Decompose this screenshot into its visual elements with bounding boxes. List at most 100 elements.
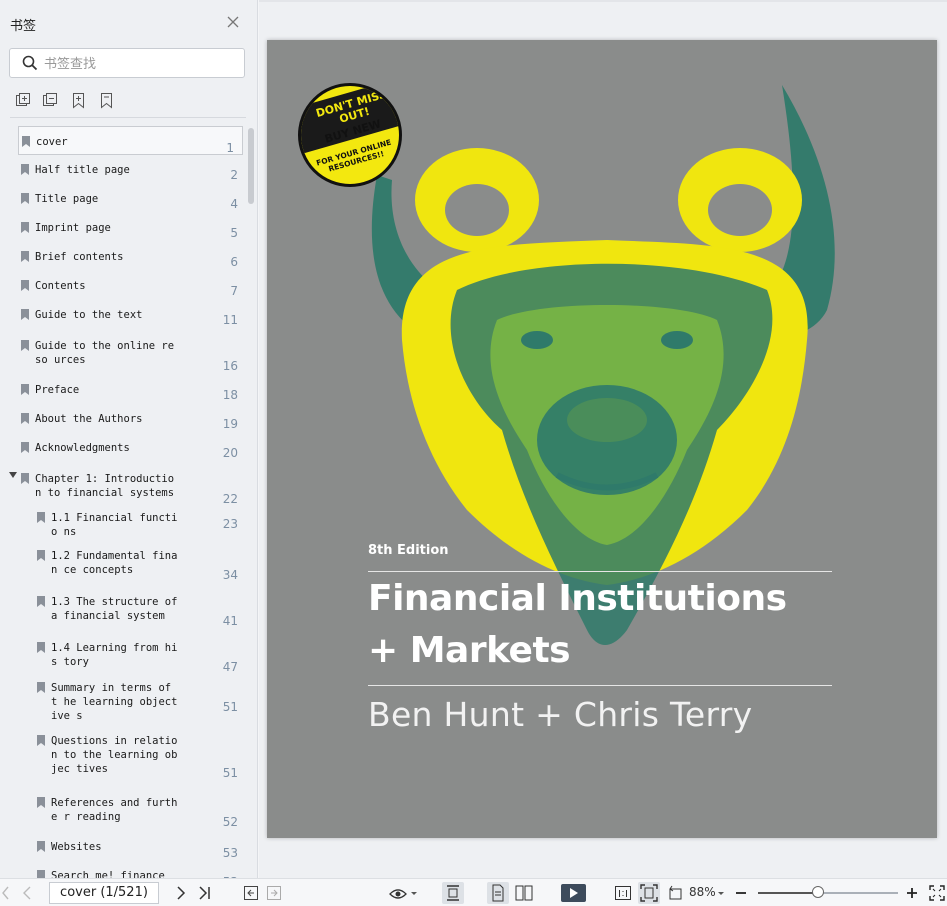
- bookmark-page-number: 11: [222, 313, 238, 327]
- search-input[interactable]: [44, 54, 234, 74]
- edition-label: 8th Edition: [368, 543, 449, 558]
- actual-size-icon[interactable]: [614, 884, 632, 902]
- bookmark-item[interactable]: Chapter 1: Introduction to financial sys…: [0, 468, 246, 508]
- bookmark-page-number: 7: [230, 284, 238, 298]
- rotate-icon[interactable]: [667, 884, 685, 902]
- bookmark-item[interactable]: Guide to the online reso urces 16: [0, 335, 246, 375]
- zoom-level[interactable]: 88%: [689, 885, 716, 899]
- bookmark-item[interactable]: Websites 53: [0, 836, 246, 864]
- bookmark-page-number: 51: [222, 700, 238, 714]
- bookmark-ribbon-icon: [37, 642, 45, 653]
- bookmark-label: Websites: [51, 841, 102, 853]
- back-icon[interactable]: [243, 884, 259, 902]
- bookmark-item[interactable]: About the Authors 19: [0, 408, 246, 436]
- bookmark-label: 1.4 Learning from his tory: [51, 642, 178, 668]
- page-indicator[interactable]: cover (1/521): [49, 882, 159, 904]
- bookmark-ribbon-icon: [37, 797, 45, 808]
- chevron-down-icon[interactable]: [717, 884, 725, 902]
- bookmark-item[interactable]: Brief contents 6: [0, 246, 246, 274]
- bookmark-label: About the Authors: [35, 413, 143, 425]
- bookmark-search[interactable]: [9, 48, 245, 78]
- bookmark-ribbon-icon: [21, 222, 29, 233]
- bookmark-page-number: 51: [222, 766, 238, 780]
- fit-width-button[interactable]: [442, 882, 464, 904]
- bookmark-scrollbar[interactable]: [248, 128, 254, 204]
- fit-page-button[interactable]: [638, 882, 660, 904]
- bookmark-label: Search me! finance: [51, 870, 165, 878]
- add-bookmark-icon[interactable]: [70, 92, 87, 109]
- book-title-line1: Financial Institutions: [368, 578, 787, 619]
- bookmark-item[interactable]: cover 1: [18, 126, 243, 155]
- pdf-reader-app: 书签 书签查找 cover 1 Half title page 2 Title …: [0, 0, 947, 906]
- prev-page-icon[interactable]: [20, 884, 34, 902]
- fit-width-icon: [447, 885, 459, 901]
- bookmark-item[interactable]: Contents 7: [0, 275, 246, 303]
- bookmark-item[interactable]: Search me! finance53: [0, 865, 246, 878]
- page-cover: DON'T MISS OUT! BUY NEW FOR YOUR ONLINE …: [267, 40, 937, 838]
- bookmark-item[interactable]: Imprint page 5: [0, 217, 246, 245]
- single-page-icon: [492, 884, 504, 902]
- expand-all-icon[interactable]: [15, 92, 32, 109]
- chevron-down-icon[interactable]: [410, 884, 418, 902]
- bookmark-label: Preface: [35, 384, 80, 396]
- bookmark-page-number: 20: [222, 446, 238, 460]
- zoom-in-icon[interactable]: [905, 884, 919, 902]
- bookmark-label: cover: [36, 136, 68, 148]
- bookmark-ribbon-icon: [22, 136, 30, 147]
- zoom-out-icon[interactable]: [734, 884, 748, 902]
- bookmark-item[interactable]: 1.4 Learning from his tory 47: [0, 637, 246, 677]
- divider: [10, 117, 246, 118]
- bookmark-item[interactable]: References and furthe r reading 52: [0, 792, 246, 836]
- bookmark-label: Summary in terms of t he learning object…: [51, 682, 178, 722]
- collapse-all-icon[interactable]: [42, 92, 59, 109]
- bookmark-list: cover 1 Half title page 2 Title page 4 Imprint…: [0, 124, 246, 878]
- bookmark-ribbon-icon: [37, 735, 45, 746]
- two-page-icon[interactable]: [514, 884, 534, 902]
- eye-icon[interactable]: [388, 884, 408, 902]
- panel-title: 书签: [10, 19, 37, 34]
- bookmark-item[interactable]: Guide to the text 11: [0, 304, 246, 334]
- bookmark-label: Contents: [35, 280, 86, 292]
- fit-page-icon: [640, 884, 658, 902]
- forward-icon[interactable]: [266, 884, 282, 902]
- bookmark-ribbon-icon: [37, 870, 45, 878]
- bookmark-ribbon-icon: [21, 384, 29, 395]
- bookmark-label: Questions in relation to the learning ob…: [51, 735, 178, 775]
- bookmark-page-number: 19: [222, 417, 238, 431]
- fullscreen-icon[interactable]: [929, 884, 945, 902]
- bookmark-item[interactable]: Acknowledgments 20: [0, 437, 246, 465]
- first-page-icon[interactable]: [0, 884, 12, 902]
- divider: [259, 0, 947, 2]
- bookmark-page-number: 41: [222, 614, 238, 628]
- next-page-icon[interactable]: [174, 884, 188, 902]
- bookmark-ribbon-icon: [37, 550, 45, 561]
- expand-toggle-icon[interactable]: [9, 472, 17, 478]
- bookmark-item[interactable]: Preface 18: [0, 379, 246, 407]
- bookmark-page-number: 23: [222, 517, 238, 531]
- bookmark-item[interactable]: 1.1 Financial functio ns 23: [0, 507, 246, 543]
- bookmark-item[interactable]: Title page 4: [0, 188, 246, 216]
- close-icon[interactable]: [225, 14, 241, 30]
- bookmark-item[interactable]: 1.3 The structure of a financial system 4…: [0, 591, 246, 635]
- bookmark-item[interactable]: Half title page 2: [0, 159, 246, 187]
- bookmark-item[interactable]: Questions in relation to the learning ob…: [0, 730, 246, 790]
- promo-sticker: DON'T MISS OUT! BUY NEW FOR YOUR ONLINE …: [298, 83, 402, 187]
- search-icon: [22, 55, 38, 71]
- last-page-icon[interactable]: [197, 884, 213, 902]
- bookmark-item[interactable]: 1.2 Fundamental finan ce concepts 34: [0, 545, 246, 589]
- bookmark-label: 1.2 Fundamental finan ce concepts: [51, 550, 178, 576]
- bookmark-ribbon-icon: [37, 596, 45, 607]
- bookmark-label: Guide to the text: [35, 309, 143, 321]
- zoom-slider-fill: [758, 892, 818, 894]
- bookmark-icon[interactable]: [98, 92, 115, 109]
- bookmark-ribbon-icon: [21, 280, 29, 291]
- bookmark-item[interactable]: Summary in terms of t he learning object…: [0, 677, 246, 729]
- single-page-button[interactable]: [487, 882, 509, 904]
- bookmark-page-number: 16: [222, 359, 238, 373]
- document-viewer[interactable]: DON'T MISS OUT! BUY NEW FOR YOUR ONLINE …: [259, 0, 947, 878]
- bookmark-ribbon-icon: [21, 473, 29, 484]
- bookmark-label: Acknowledgments: [35, 442, 130, 454]
- slideshow-button[interactable]: [561, 884, 586, 902]
- zoom-slider-thumb[interactable]: [812, 886, 824, 898]
- bookmark-ribbon-icon: [37, 841, 45, 852]
